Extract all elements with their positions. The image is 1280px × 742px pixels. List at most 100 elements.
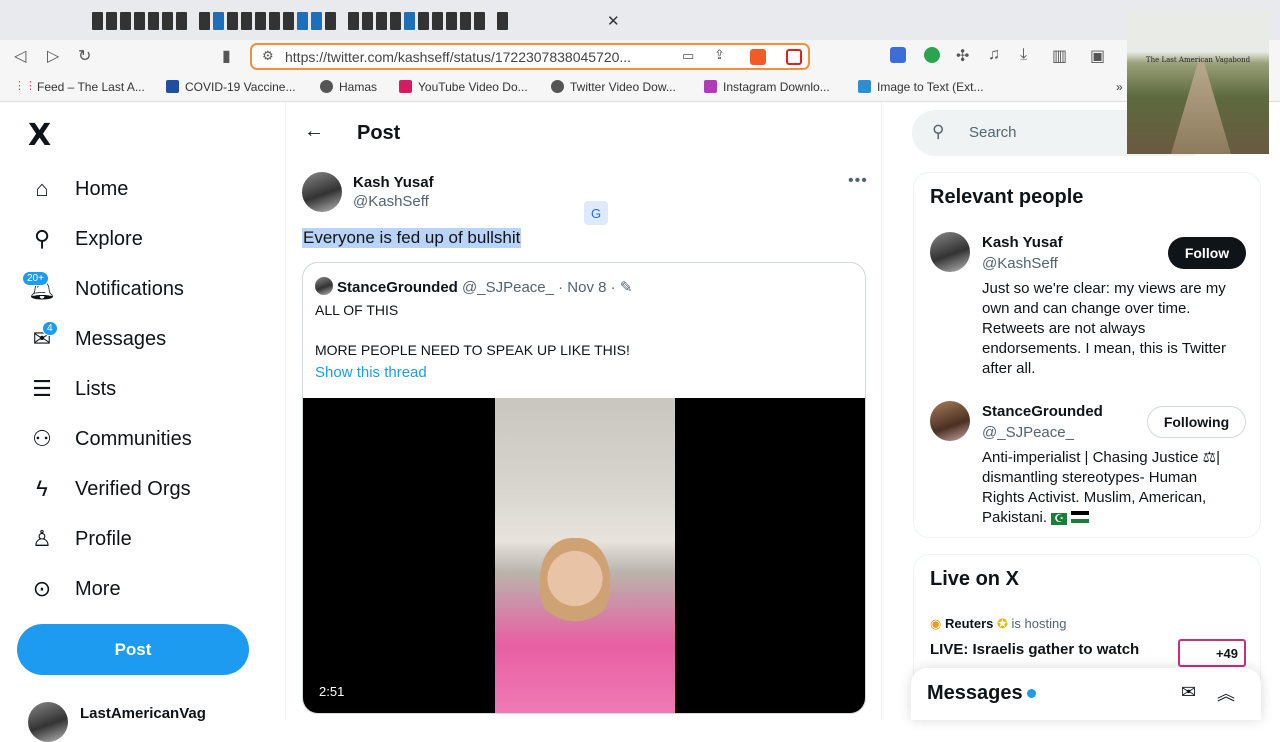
nav-label: Notifications bbox=[75, 277, 184, 300]
wallet-icon[interactable]: ▣ bbox=[1090, 46, 1105, 66]
channel-watermark: The Last American Vagabond bbox=[1127, 12, 1269, 154]
author-name[interactable]: Kash Yusaf bbox=[353, 174, 434, 191]
reload-icon[interactable]: ↻ bbox=[78, 46, 91, 66]
quote-author: StanceGrounded bbox=[337, 279, 458, 296]
new-message-icon[interactable]: ✉ bbox=[1181, 682, 1196, 703]
extensions-icon[interactable]: ✣ bbox=[956, 46, 969, 66]
show-thread-link[interactable]: Show this thread bbox=[315, 364, 427, 381]
account-name[interactable]: LastAmericanVag bbox=[80, 705, 206, 722]
nav-communities[interactable]: ⚇ Communities bbox=[28, 424, 192, 454]
person-handle[interactable]: @KashSeff bbox=[982, 255, 1058, 272]
person-name[interactable]: Kash Yusaf bbox=[982, 234, 1063, 251]
left-sidebar: X ⌂ Home ⚲ Explore 🔔︎ Notifications 20+ ✉ Me… bbox=[0, 102, 285, 742]
person-handle[interactable]: @_SJPeace_ bbox=[982, 424, 1074, 441]
people-icon: ⚇ bbox=[32, 426, 52, 451]
bookmark-item[interactable]: Twitter Video Dow... bbox=[551, 80, 676, 94]
right-column: ⚲ Search Relevant people Kash Yusaf @Kas… bbox=[882, 102, 1280, 720]
bookmarks-bar: ⋮⋮ Feed – The Last A... COVID-19 Vaccine… bbox=[0, 72, 1280, 102]
more-bookmarks-icon[interactable]: » bbox=[1116, 80, 1123, 94]
person-avatar[interactable] bbox=[930, 232, 970, 272]
live-event-title[interactable]: LIVE: Israelis gather to watch bbox=[930, 641, 1139, 658]
nav-notifications[interactable]: 🔔︎ Notifications bbox=[28, 274, 184, 304]
site-settings-icon[interactable]: ⚙ bbox=[262, 48, 274, 64]
edited-pencil-icon: ✎ bbox=[619, 279, 633, 296]
download-icon[interactable]: ⤓ bbox=[1020, 46, 1027, 64]
video-person bbox=[540, 538, 610, 628]
messages-badge: 4 bbox=[42, 321, 58, 336]
share-icon[interactable]: ⇪ bbox=[714, 47, 725, 63]
nav-label: Profile bbox=[75, 527, 132, 550]
messages-dock-title: Messages bbox=[927, 682, 1023, 704]
quote-meta: @_SJPeace_ · Nov 8 · bbox=[462, 279, 616, 296]
browser-tab-strip: ✕ bbox=[0, 0, 1280, 40]
nav-label: Explore bbox=[75, 227, 143, 250]
search-placeholder: Search bbox=[969, 124, 1017, 141]
tweet-text: Everyone is fed up of bullshit bbox=[302, 228, 522, 248]
author-handle[interactable]: @KashSeff bbox=[353, 193, 429, 210]
bookmark-item[interactable]: YouTube Video Do... bbox=[399, 80, 528, 94]
x-logo-icon[interactable]: X bbox=[28, 118, 51, 153]
nav-home[interactable]: ⌂ Home bbox=[28, 174, 128, 204]
nav-lists[interactable]: ☰ Lists bbox=[28, 374, 116, 404]
video-player[interactable]: 2:51 bbox=[303, 398, 865, 713]
more-circle-icon: ⊙ bbox=[32, 576, 52, 601]
media-icon[interactable]: ♫ bbox=[988, 46, 1000, 64]
bookmark-item[interactable]: Feed – The Last A... bbox=[37, 80, 145, 94]
bookmark-item[interactable]: Image to Text (Ext... bbox=[858, 80, 984, 94]
evernote-icon[interactable] bbox=[924, 47, 940, 63]
tab-favicons[interactable] bbox=[92, 12, 508, 32]
translate-extension-icon[interactable] bbox=[890, 47, 906, 63]
browser-toolbar: ◁ ▷ ↻ ▮ ⚙ https://twitter.com/kashseff/s… bbox=[0, 40, 1280, 72]
quoted-tweet[interactable]: StanceGrounded @_SJPeace_ · Nov 8 · ✎ AL… bbox=[302, 262, 866, 714]
account-avatar[interactable] bbox=[28, 702, 68, 742]
verified-gold-icon: ✪ bbox=[997, 616, 1008, 631]
following-button[interactable]: Following bbox=[1147, 406, 1246, 438]
post-button[interactable]: Post bbox=[17, 624, 249, 675]
unread-dot bbox=[1027, 689, 1036, 698]
person-avatar[interactable] bbox=[930, 401, 970, 441]
back-icon[interactable]: ◁ bbox=[14, 46, 26, 66]
brave-shield-icon[interactable] bbox=[750, 49, 766, 65]
list-icon: ☰ bbox=[32, 376, 52, 401]
nav-more[interactable]: ⊙ More bbox=[28, 574, 121, 604]
nav-explore[interactable]: ⚲ Explore bbox=[28, 224, 143, 254]
live-host[interactable]: ◉ Reuters ✪ is hosting bbox=[930, 616, 1066, 632]
address-bar[interactable]: ⚙ https://twitter.com/kashseff/status/17… bbox=[250, 43, 810, 70]
bookmark-icon[interactable]: ▮ bbox=[222, 46, 231, 66]
expand-icon[interactable]: ︽ bbox=[1217, 680, 1235, 706]
nav-label: More bbox=[75, 577, 121, 600]
follow-button[interactable]: Follow bbox=[1168, 237, 1246, 269]
home-icon: ⌂ bbox=[35, 176, 49, 201]
quote-avatar bbox=[315, 277, 333, 295]
sidebar-icon[interactable]: ▥ bbox=[1052, 46, 1067, 66]
apps-icon[interactable]: ⋮⋮ bbox=[14, 79, 36, 92]
bookmark-item[interactable]: Hamas bbox=[320, 80, 377, 94]
live-title: Live on X bbox=[930, 568, 1019, 590]
nav-label: Verified Orgs bbox=[75, 477, 191, 500]
author-avatar[interactable] bbox=[302, 172, 342, 212]
bookmark-item[interactable]: COVID-19 Vaccine... bbox=[166, 80, 295, 94]
nav-label: Home bbox=[75, 177, 129, 200]
nav-verified-orgs[interactable]: ϟ Verified Orgs bbox=[28, 474, 191, 504]
person-bio: Anti-imperialist | Chasing Justice ⚖| dis… bbox=[982, 449, 1220, 526]
forward-icon[interactable]: ▷ bbox=[47, 46, 59, 66]
cast-icon[interactable]: ▭ bbox=[682, 48, 694, 64]
more-options-icon[interactable]: ••• bbox=[848, 172, 868, 190]
back-arrow-icon[interactable]: ← bbox=[304, 120, 324, 143]
search-icon: ⚲ bbox=[33, 226, 51, 251]
rewards-icon[interactable] bbox=[786, 49, 802, 65]
person-icon: ♙ bbox=[32, 526, 52, 551]
video-duration: 2:51 bbox=[319, 684, 345, 699]
close-tab-icon[interactable]: ✕ bbox=[607, 12, 620, 30]
translate-icon[interactable]: G bbox=[584, 201, 608, 225]
messages-dock[interactable]: Messages ✉ ︽ bbox=[911, 668, 1261, 720]
person-bio: Just so we're clear: my views are my own … bbox=[982, 280, 1226, 377]
person-name[interactable]: StanceGrounded bbox=[982, 403, 1103, 420]
relevant-people-card: Relevant people Kash Yusaf @KashSeff Fol… bbox=[913, 172, 1261, 538]
road-image bbox=[1171, 62, 1231, 154]
bookmark-item[interactable]: Instagram Downlo... bbox=[704, 80, 830, 94]
nav-label: Communities bbox=[75, 427, 192, 450]
video-frame bbox=[495, 398, 675, 713]
nav-profile[interactable]: ♙ Profile bbox=[28, 524, 132, 554]
lightning-icon: ϟ bbox=[36, 476, 48, 501]
